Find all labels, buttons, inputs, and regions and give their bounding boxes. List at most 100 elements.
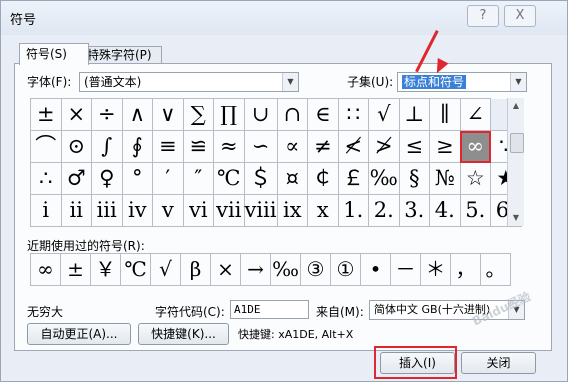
symbol-cell[interactable]: 4. [429, 194, 461, 227]
symbol-cell[interactable]: ≥ [429, 130, 461, 163]
character-code-label: 字符代码(C): [155, 305, 225, 319]
character-code-input[interactable]: A1DE [230, 300, 309, 319]
symbol-cell[interactable]: 5. [459, 194, 492, 227]
symbol-cell[interactable]: ∫ [91, 130, 123, 163]
symbol-cell-selected[interactable]: ∞ [459, 130, 492, 163]
symbol-cell[interactable]: ≮ [337, 130, 370, 163]
symbol-cell[interactable]: ⅴ [152, 194, 184, 227]
symbol-cell[interactable]: ∧ [121, 98, 153, 131]
symbol-cell[interactable]: ⅳ [121, 194, 153, 227]
symbol-cell[interactable]: ∴ [30, 162, 62, 195]
help-button[interactable]: ? [467, 5, 499, 27]
recent-symbol-cell[interactable]: • [360, 253, 391, 286]
symbol-cell[interactable]: ⅲ [91, 194, 123, 227]
font-value: (普通文本) [84, 75, 142, 89]
close-button[interactable]: 关闭 [461, 352, 536, 374]
symbol-cell[interactable]: ∈ [307, 98, 339, 131]
recent-symbol-cell[interactable]: ‰ [270, 253, 301, 286]
recent-symbol-cell[interactable]: ③ [300, 253, 331, 286]
symbol-cell[interactable]: ☆ [459, 162, 492, 195]
symbol-cell[interactable]: ⅹ [307, 194, 339, 227]
recent-symbol-cell[interactable]: ， [450, 253, 481, 286]
symbol-cell[interactable]: ÷ [91, 98, 123, 131]
symbol-cell[interactable]: × [60, 98, 92, 131]
symbol-cell[interactable]: ∥ [429, 98, 461, 131]
shortcut-key-button[interactable]: 快捷键(K)... [138, 323, 229, 345]
symbol-cell[interactable]: ≡ [152, 130, 184, 163]
symbol-cell[interactable]: ≈ [213, 130, 245, 163]
symbol-name: 无穷大 [27, 305, 64, 319]
symbol-cell[interactable]: ∽ [243, 130, 278, 163]
scrollbar-thumb[interactable] [510, 133, 524, 153]
symbol-cell[interactable]: ° [121, 162, 153, 195]
recent-symbol-cell[interactable]: ∞ [30, 253, 61, 286]
symbol-cell[interactable]: ⊥ [398, 98, 431, 131]
font-select[interactable]: (普通文本) ▼ [79, 72, 299, 92]
symbol-cell[interactable]: ⌒ [30, 130, 62, 163]
scroll-up-icon[interactable]: ▲ [508, 98, 524, 114]
symbol-cell[interactable]: 2. [368, 194, 400, 227]
symbol-cell[interactable]: ∠ [459, 98, 492, 131]
tab-special-characters[interactable]: 特殊字符(P) [80, 46, 162, 64]
symbol-cell[interactable]: ⅱ [60, 194, 92, 227]
symbol-cell[interactable]: ≌ [182, 130, 214, 163]
symbol-cell[interactable]: ∝ [276, 130, 309, 163]
recent-symbol-cell[interactable]: ￥ [90, 253, 121, 286]
symbol-cell[interactable]: ∮ [121, 130, 153, 163]
autocorrect-button[interactable]: 自动更正(A)... [27, 323, 131, 345]
close-window-button[interactable]: X [504, 5, 536, 27]
symbol-grid-scrollbar[interactable]: ▲ ▼ [507, 98, 524, 226]
symbol-cell[interactable]: √ [368, 98, 400, 131]
chevron-down-icon: ▼ [510, 73, 526, 91]
symbol-cell[interactable]: ≤ [398, 130, 431, 163]
recent-symbol-cell[interactable]: β [180, 253, 211, 286]
symbol-cell[interactable]: ℃ [213, 162, 245, 195]
symbol-cell[interactable]: 3. [398, 194, 431, 227]
recent-symbol-cell[interactable]: × [210, 253, 241, 286]
recent-symbol-cell[interactable]: → [240, 253, 271, 286]
symbol-cell[interactable]: ∨ [152, 98, 184, 131]
symbol-cell[interactable]: ⅷ [243, 194, 278, 227]
symbol-cell[interactable]: ≠ [307, 130, 339, 163]
recent-symbol-cell[interactable]: － [390, 253, 421, 286]
symbol-cell[interactable]: ⊙ [60, 130, 92, 163]
symbol-cell[interactable]: ¤ [276, 162, 309, 195]
symbol-cell[interactable]: ″ [182, 162, 214, 195]
symbol-cell[interactable]: ＄ [243, 162, 278, 195]
symbol-cell[interactable]: ⅶ [213, 194, 245, 227]
symbol-grid: ± × ÷ ∧ ∨ ∑ ∏ ∪ ∩ ∈ ∷ √ ⊥ ∥ ∠ ⌒ ⊙ ∫ ∮ ≡ … [30, 98, 522, 227]
font-label: 字体(F): [27, 75, 72, 89]
scroll-down-icon[interactable]: ▼ [508, 210, 524, 226]
symbol-cell[interactable]: ￠ [307, 162, 339, 195]
symbol-cell[interactable]: ≯ [368, 130, 400, 163]
symbol-cell[interactable]: ♀ [91, 162, 123, 195]
symbol-cell[interactable]: ♂ [60, 162, 92, 195]
symbol-cell[interactable]: ⅰ [30, 194, 62, 227]
symbol-cell[interactable]: ′ [152, 162, 184, 195]
recent-symbol-cell[interactable]: 。 [480, 253, 511, 286]
recent-symbol-cell[interactable]: ① [330, 253, 361, 286]
recent-symbol-cell[interactable]: ℃ [120, 253, 151, 286]
symbol-cell[interactable]: ⅵ [182, 194, 214, 227]
shortcut-text: 快捷键: xA1DE, Alt+X [238, 328, 354, 341]
recent-symbol-cell[interactable]: ＊ [420, 253, 451, 286]
symbol-cell[interactable]: ± [30, 98, 62, 131]
symbol-cell[interactable]: § [398, 162, 431, 195]
symbol-cell[interactable]: ∷ [337, 98, 370, 131]
insert-annotation-box [374, 346, 457, 379]
chevron-down-icon: ▼ [282, 73, 298, 91]
symbol-cell[interactable]: ‰ [368, 162, 400, 195]
symbol-cell[interactable]: № [429, 162, 461, 195]
symbol-cell[interactable]: ∩ [276, 98, 309, 131]
from-label: 来自(M): [316, 305, 364, 319]
symbol-cell[interactable]: ∏ [213, 98, 245, 131]
symbol-cell[interactable]: ∪ [243, 98, 278, 131]
tab-symbols[interactable]: 符号(S) [19, 43, 89, 65]
recent-symbol-cell[interactable]: ± [60, 253, 91, 286]
recent-symbol-cell[interactable]: √ [150, 253, 181, 286]
symbol-cell[interactable]: 1. [337, 194, 370, 227]
symbol-cell[interactable]: ⅸ [276, 194, 309, 227]
symbol-cell[interactable]: ￡ [337, 162, 370, 195]
subset-select[interactable]: 标点和符号 ▼ [397, 72, 527, 92]
symbol-cell[interactable]: ∑ [182, 98, 214, 131]
